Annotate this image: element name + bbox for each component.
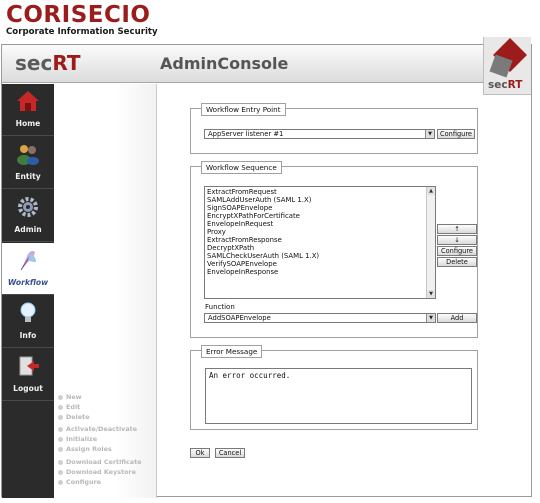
nav-item-info[interactable]: Info [2, 296, 54, 348]
bullet-icon [58, 415, 63, 420]
function-label: Function [205, 303, 235, 311]
error-legend: Error Message [201, 345, 263, 358]
action-download-certificate: Download Certificate [54, 457, 157, 467]
bullet-icon [58, 405, 63, 410]
main-nav: Home Entity Admin Workflow Info Logout [2, 84, 54, 498]
app-frame: secRT AdminConsole secRT Home Entity Adm… [1, 37, 532, 498]
header-bar: secRT AdminConsole [2, 45, 531, 83]
nav-item-admin[interactable]: Admin [2, 190, 54, 242]
sequence-section: Workflow Sequence ExtractFromRequest SAM… [190, 161, 478, 338]
listbox-scrollbar[interactable]: ▲ ▼ [426, 187, 435, 298]
nav-item-home[interactable]: Home [2, 84, 54, 136]
list-item[interactable]: SAMLAddUserAuth (SAML 1.X) [205, 196, 435, 204]
bullet-icon [58, 480, 63, 485]
list-item[interactable]: DecryptXPath [205, 244, 435, 252]
chevron-down-icon: ▼ [425, 130, 434, 138]
entry-point-legend: Workflow Entry Point [201, 103, 286, 116]
list-item[interactable]: SignSOAPEnvelope [205, 204, 435, 212]
bullet-icon [58, 447, 63, 452]
list-item[interactable]: ExtractFromRequest [205, 188, 435, 196]
home-icon [17, 91, 39, 111]
gear-icon [18, 197, 38, 217]
scroll-up-icon[interactable]: ▲ [427, 187, 435, 195]
list-item[interactable]: Proxy [205, 228, 435, 236]
action-panel: New Edit Delete Activate/Deactivate Init… [54, 84, 157, 498]
action-new: New [54, 392, 157, 402]
page-title: AdminConsole [160, 54, 289, 73]
nav-item-logout[interactable]: Logout [2, 349, 54, 401]
brand-tagline: Corporate Information Security [6, 27, 158, 37]
sequence-items: ExtractFromRequest SAMLAddUserAuth (SAML… [205, 187, 435, 276]
list-item[interactable]: EnvelopeInResponse [205, 268, 435, 276]
logout-icon [19, 356, 39, 376]
action-initialize: Initialize [54, 434, 157, 444]
error-message-textarea[interactable]: An error occurred. [205, 368, 472, 424]
function-select[interactable]: AddSOAPEnvelope ▼ [204, 313, 436, 323]
feather-icon [20, 250, 36, 271]
bullet-icon [58, 470, 63, 475]
action-edit: Edit [54, 402, 157, 412]
cancel-button[interactable]: Cancel [215, 448, 245, 458]
chevron-down-icon: ▼ [426, 314, 435, 322]
function-add-button[interactable]: Add [437, 313, 477, 323]
list-item[interactable]: EncryptXPathForCertificate [205, 212, 435, 220]
list-item[interactable]: ExtractFromResponse [205, 236, 435, 244]
sequence-legend: Workflow Sequence [201, 161, 282, 174]
move-up-button[interactable]: ↑ [437, 224, 477, 234]
list-item[interactable]: SAMLCheckUserAuth (SAML 1.X) [205, 252, 435, 260]
sequence-configure-button[interactable]: Configure [437, 246, 477, 256]
action-group-crud: New Edit Delete [54, 392, 157, 422]
scroll-down-icon[interactable]: ▼ [427, 290, 435, 298]
bullet-icon [58, 460, 63, 465]
action-configure: Configure [54, 477, 157, 487]
list-item[interactable]: VerifySOAPEnvelope [205, 260, 435, 268]
ok-button[interactable]: Ok [190, 448, 210, 458]
action-group-state: Activate/Deactivate Initialize Assign Ro… [54, 424, 157, 454]
product-name: secRT [15, 51, 81, 75]
entry-point-configure-button[interactable]: Configure [437, 129, 475, 139]
bullet-icon [58, 427, 63, 432]
action-download-keystore: Download Keystore [54, 467, 157, 477]
sequence-listbox[interactable]: ExtractFromRequest SAMLAddUserAuth (SAML… [204, 186, 436, 299]
nav-item-entity[interactable]: Entity [2, 137, 54, 189]
users-icon [17, 145, 39, 165]
nav-item-workflow[interactable]: Workflow [2, 243, 54, 295]
action-group-download: Download Certificate Download Keystore C… [54, 457, 157, 487]
brand-logo: CORISECIO [6, 2, 151, 28]
error-section: Error Message An error occurred. [190, 345, 478, 430]
content-area: Workflow Entry Point AppServer listener … [158, 84, 532, 498]
entry-point-section: Workflow Entry Point AppServer listener … [190, 103, 478, 154]
bullet-icon [58, 437, 63, 442]
action-activate-deactivate: Activate/Deactivate [54, 424, 157, 434]
move-down-button[interactable]: ↓ [437, 235, 477, 245]
list-item[interactable]: EnvelopeInRequest [205, 220, 435, 228]
action-assign-roles: Assign Roles [54, 444, 157, 454]
action-delete: Delete [54, 412, 157, 422]
entry-point-select[interactable]: AppServer listener #1 ▼ [204, 129, 435, 139]
lightbulb-icon [20, 302, 36, 322]
sequence-delete-button[interactable]: Delete [437, 257, 477, 267]
brand: CORISECIO Corporate Information Security [6, 2, 158, 38]
bullet-icon [58, 395, 63, 400]
